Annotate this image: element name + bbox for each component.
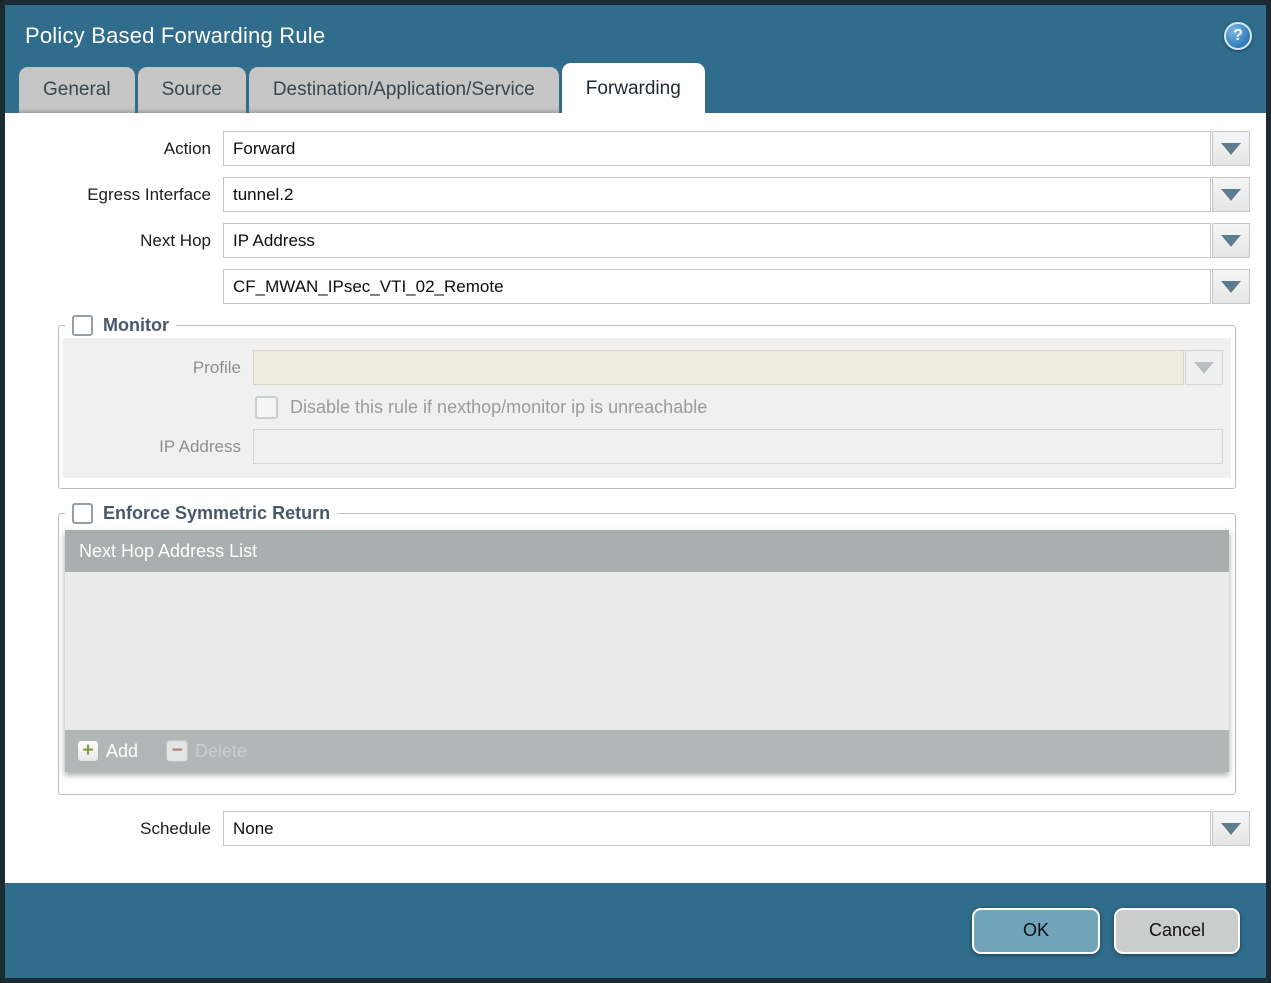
chevron-down-icon [1221,281,1241,293]
chevron-down-icon [1194,362,1214,374]
disable-rule-label: Disable this rule if nexthop/monitor ip … [290,397,707,418]
schedule-select[interactable]: None [223,811,1250,846]
profile-label: Profile [75,358,241,378]
help-icon[interactable]: ? [1224,22,1252,50]
action-value[interactable]: Forward [223,131,1211,166]
page-title: Policy Based Forwarding Rule [25,23,325,49]
profile-dropdown-button [1185,350,1223,385]
chevron-down-icon [1221,235,1241,247]
delete-button-label: Delete [195,741,247,762]
profile-value [253,350,1184,385]
tab-forwarding[interactable]: Forwarding [562,63,705,113]
next-hop-select[interactable]: IP Address [223,223,1250,258]
form-row-profile: Profile [75,350,1223,385]
form-row-monitor-ip: IP Address [75,429,1223,464]
tab-bar: General Source Destination/Application/S… [5,62,1266,113]
form-row-egress-interface: Egress Interface tunnel.2 [23,177,1250,212]
monitor-section: Monitor Profile Disable this rule if nex… [58,315,1236,489]
next-hop-address-list-header: Next Hop Address List [65,530,1229,572]
add-button[interactable]: + Add [77,740,138,762]
form-row-schedule: Schedule None [23,811,1250,846]
chevron-down-icon [1221,189,1241,201]
dialog-footer: OK Cancel [5,883,1266,978]
enforce-symmetric-return-legend: Enforce Symmetric Return [65,503,337,524]
form-row-next-hop-address: CF_MWAN_IPsec_VTI_02_Remote [23,269,1250,304]
monitor-ip-input [253,429,1223,464]
chevron-down-icon [1221,823,1241,835]
next-hop-address-dropdown-button[interactable] [1212,269,1250,304]
egress-interface-select[interactable]: tunnel.2 [223,177,1250,212]
delete-icon: − [166,740,188,762]
action-select[interactable]: Forward [223,131,1250,166]
title-bar: Policy Based Forwarding Rule ? [5,5,1266,62]
ok-button[interactable]: OK [972,908,1100,954]
enforce-symmetric-return-checkbox[interactable] [72,503,93,524]
cancel-button[interactable]: Cancel [1114,908,1240,954]
policy-based-forwarding-dialog: Policy Based Forwarding Rule ? General S… [0,0,1271,983]
egress-interface-value[interactable]: tunnel.2 [223,177,1211,212]
next-hop-label: Next Hop [23,231,211,251]
delete-button: − Delete [166,740,247,762]
form-row-next-hop: Next Hop IP Address [23,223,1250,258]
enforce-symmetric-return-title: Enforce Symmetric Return [103,503,330,524]
profile-select [253,350,1223,385]
tab-source[interactable]: Source [138,67,246,113]
monitor-legend: Monitor [65,315,176,336]
action-dropdown-button[interactable] [1212,131,1250,166]
egress-interface-dropdown-button[interactable] [1212,177,1250,212]
action-label: Action [23,139,211,159]
schedule-value[interactable]: None [223,811,1211,846]
add-button-label: Add [106,741,138,762]
monitor-section-title: Monitor [103,315,169,336]
next-hop-address-table: Next Hop Address List + Add − Delete [65,530,1229,772]
next-hop-address-list-body[interactable] [65,572,1229,730]
next-hop-dropdown-button[interactable] [1212,223,1250,258]
tab-content-forwarding: Action Forward Egress Interface tunnel.2… [5,113,1266,883]
chevron-down-icon [1221,143,1241,155]
next-hop-address-list-toolbar: + Add − Delete [65,730,1229,772]
next-hop-address-select[interactable]: CF_MWAN_IPsec_VTI_02_Remote [223,269,1250,304]
next-hop-value[interactable]: IP Address [223,223,1211,258]
form-row-action: Action Forward [23,131,1250,166]
tab-destination-application-service[interactable]: Destination/Application/Service [249,67,559,113]
monitor-checkbox[interactable] [72,315,93,336]
add-icon: + [77,740,99,762]
monitor-ip-label: IP Address [75,437,241,457]
schedule-label: Schedule [23,819,211,839]
disable-rule-checkbox [255,396,278,419]
monitor-ip-input-wrap [253,429,1223,464]
egress-interface-label: Egress Interface [23,185,211,205]
disable-rule-row: Disable this rule if nexthop/monitor ip … [255,396,1223,419]
next-hop-address-value[interactable]: CF_MWAN_IPsec_VTI_02_Remote [223,269,1211,304]
enforce-symmetric-return-section: Enforce Symmetric Return Next Hop Addres… [58,503,1236,795]
monitor-panel: Profile Disable this rule if nexthop/mon… [63,338,1231,478]
schedule-dropdown-button[interactable] [1212,811,1250,846]
tab-general[interactable]: General [19,67,135,113]
